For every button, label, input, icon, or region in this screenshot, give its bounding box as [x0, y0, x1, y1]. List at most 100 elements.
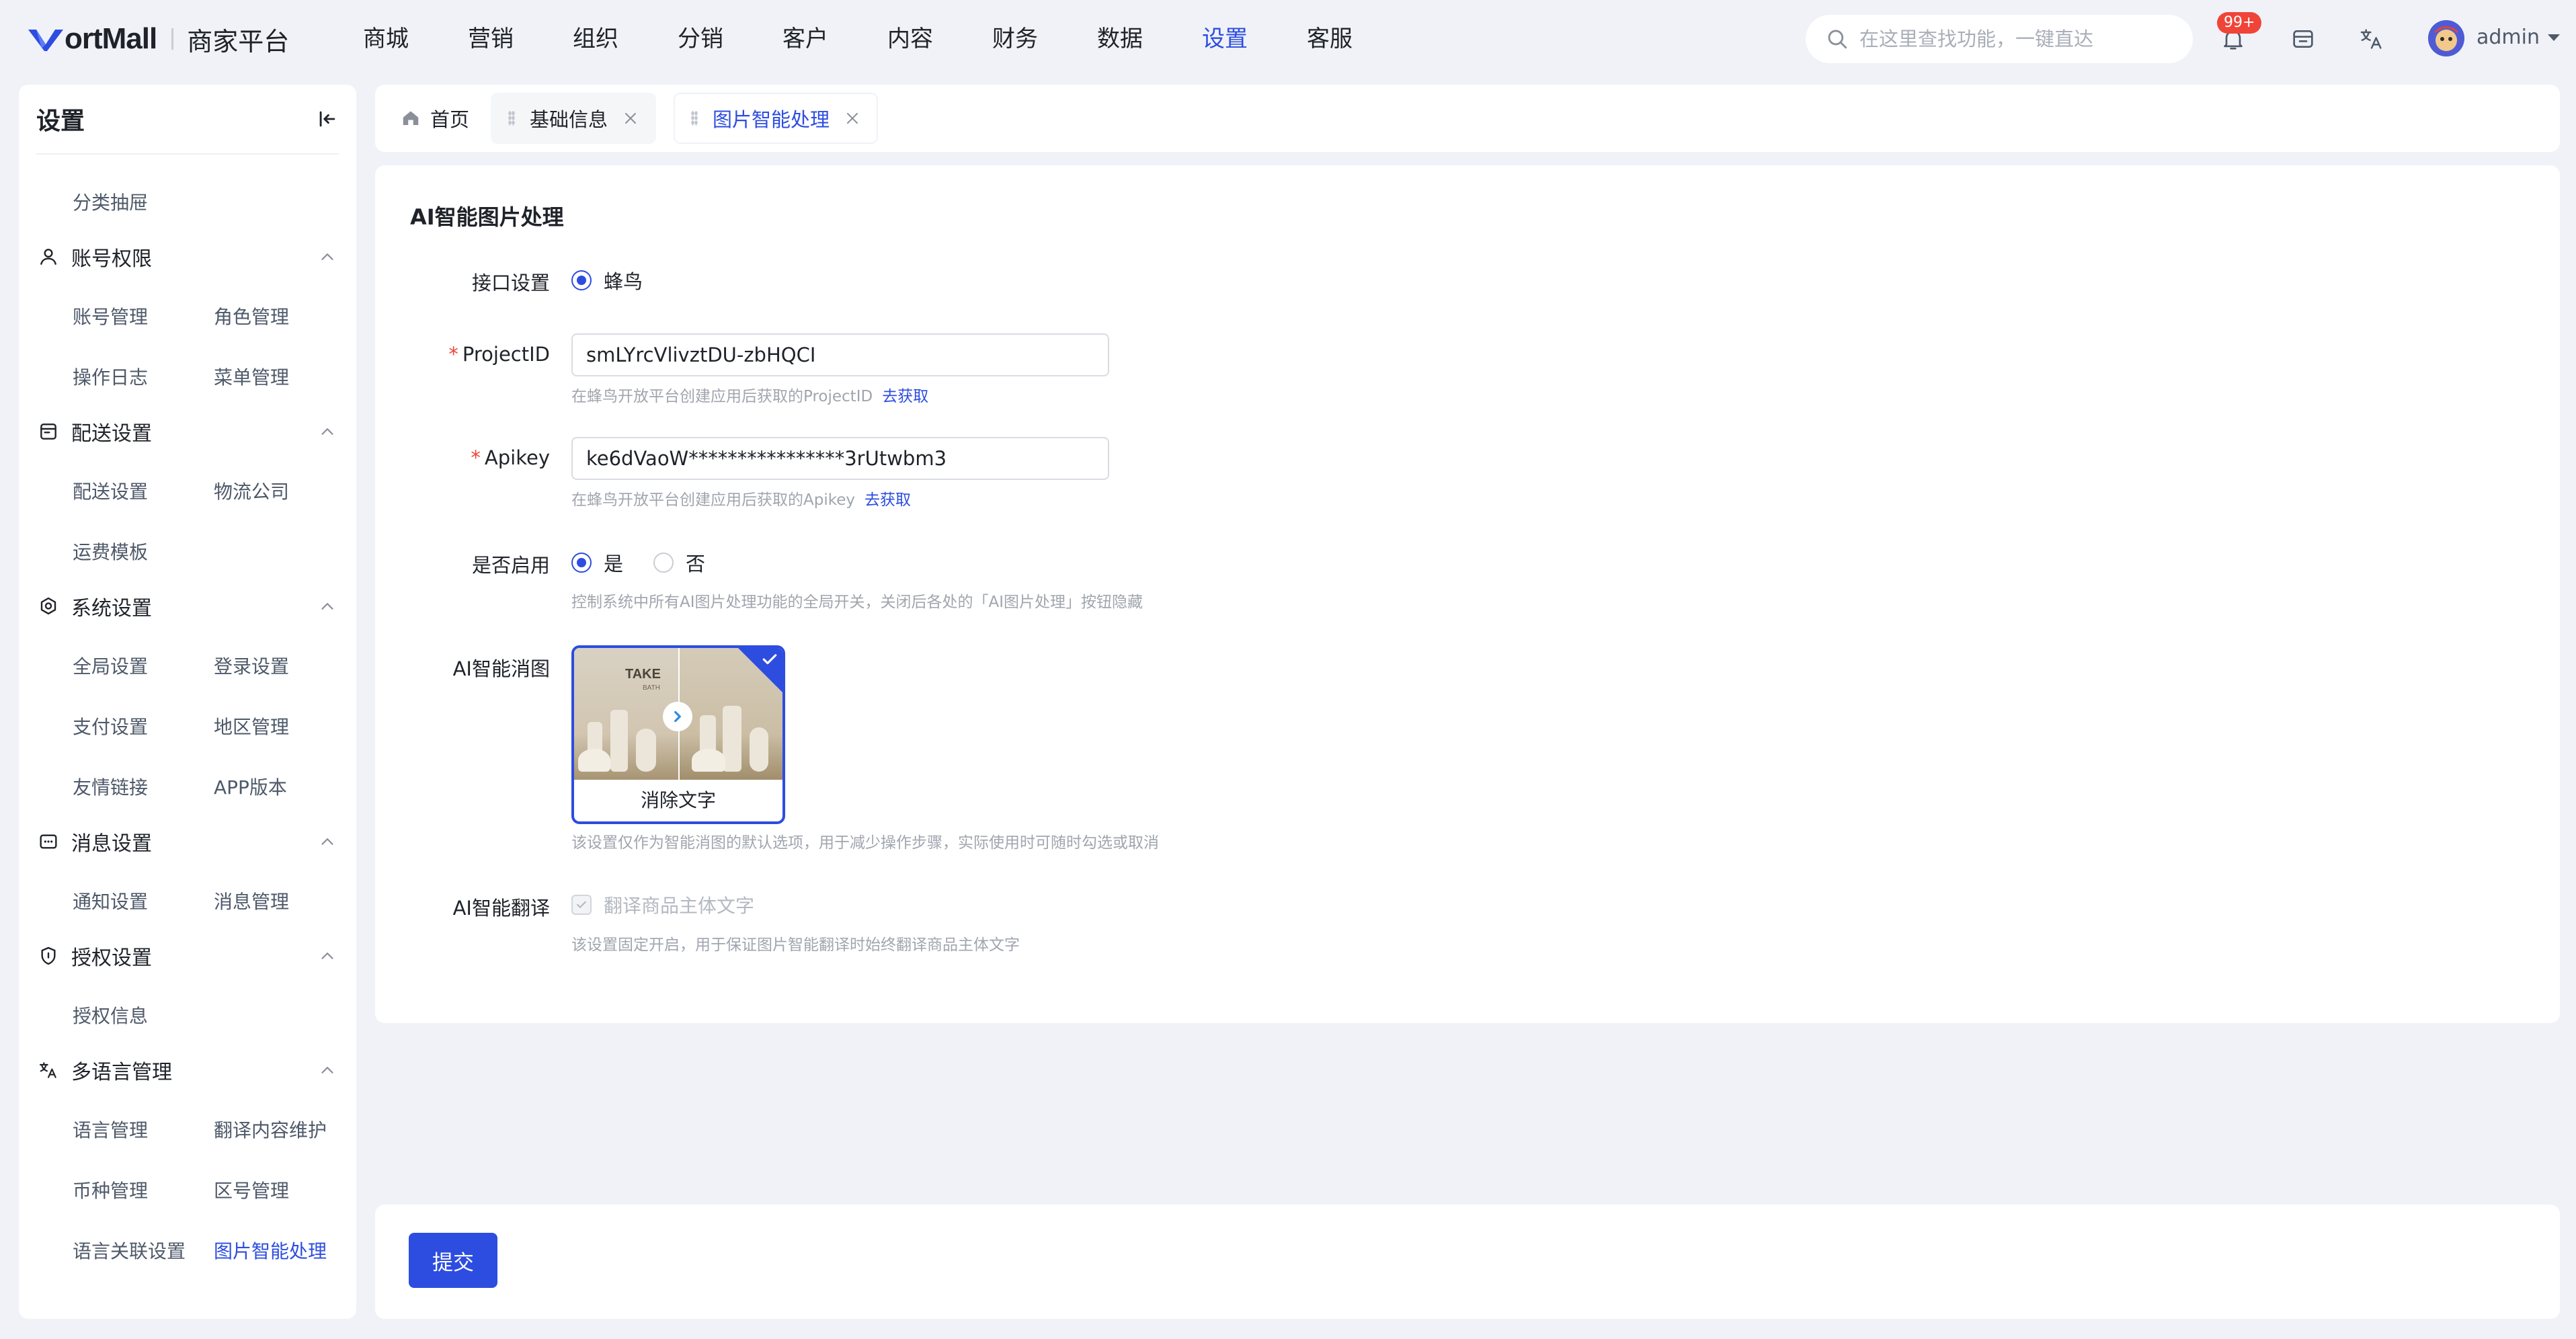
close-icon[interactable]: [622, 110, 639, 126]
sidebar-item-friend-links[interactable]: 友情链接: [73, 774, 148, 801]
drag-handle-icon[interactable]: [508, 111, 515, 126]
nav-customer[interactable]: 客户: [782, 20, 828, 58]
tab-label: 首页: [430, 108, 470, 131]
collapse-icon[interactable]: [316, 108, 339, 130]
required-mark: *: [471, 446, 481, 469]
project-id-field[interactable]: [571, 333, 1109, 376]
radio-label: 否: [686, 553, 706, 575]
user-menu[interactable]: admin: [2477, 26, 2560, 49]
translate-hint: 该设置固定开启，用于保证图片智能翻译时始终翻译商品主体文字: [571, 936, 1020, 954]
nav-organization[interactable]: 组织: [573, 20, 618, 58]
nav-finance[interactable]: 财务: [992, 20, 1038, 58]
logo[interactable]: ortMall 商家平台: [27, 20, 289, 58]
tab-image-ai-processing[interactable]: 图片智能处理: [674, 93, 879, 144]
global-search[interactable]: [1806, 15, 2193, 63]
main-nav: 商城 营销 组织 分销 客户 内容 财务 数据 设置 客服: [363, 20, 1412, 58]
sidebar: 设置 分类抽屉 账号权限 账号管理 角色管理 操作日志 菜单管理 配送设置 配送…: [19, 85, 356, 1319]
translate-subject-checkbox[interactable]: 翻译商品主体文字: [571, 891, 754, 918]
preview-text: TAKE: [625, 667, 661, 682]
sidebar-item-area-code-management[interactable]: 区号管理: [214, 1178, 289, 1205]
sidebar-item-global-settings[interactable]: 全局设置: [73, 653, 148, 680]
sidebar-item-payment-settings[interactable]: 支付设置: [73, 714, 148, 741]
project-id-label-text: ProjectID: [462, 343, 550, 366]
chevron-up-icon: [321, 1067, 333, 1073]
drag-handle-icon[interactable]: [691, 111, 698, 126]
sidebar-item-app-version[interactable]: APP版本: [214, 774, 287, 801]
nav-settings[interactable]: 设置: [1202, 20, 1248, 58]
sidebar-item-authorization-info[interactable]: 授权信息: [73, 1003, 148, 1030]
nav-service[interactable]: 客服: [1307, 20, 1353, 58]
sidebar-group-title: 授权设置: [71, 946, 152, 970]
nav-mall[interactable]: 商城: [363, 20, 409, 58]
translate-icon[interactable]: [2358, 26, 2385, 52]
erase-text-option-card[interactable]: TAKE BATH 消除文字: [571, 645, 785, 824]
logo-v-icon: [28, 30, 63, 51]
sidebar-group-system[interactable]: 系统设置: [38, 587, 337, 625]
translate-label: AI智能翻译: [452, 897, 550, 920]
sidebar-group-account[interactable]: 账号权限: [38, 238, 337, 276]
sidebar-item-menu-management[interactable]: 菜单管理: [214, 364, 289, 391]
avatar[interactable]: [2428, 20, 2464, 56]
sidebar-item-operation-log[interactable]: 操作日志: [73, 364, 148, 391]
sidebar-item-image-ai-processing[interactable]: 图片智能处理: [214, 1238, 327, 1265]
sidebar-item-notification-settings[interactable]: 通知设置: [73, 889, 148, 916]
sidebar-group-multilanguage[interactable]: 多语言管理: [38, 1051, 337, 1089]
nav-content[interactable]: 内容: [887, 20, 933, 58]
compare-arrow-icon: [663, 702, 692, 731]
shield-icon: [41, 946, 56, 965]
erase-preview-image: TAKE BATH: [574, 648, 782, 780]
tab-basic-info[interactable]: 基础信息: [491, 93, 657, 144]
apikey-get-link[interactable]: 去获取: [864, 491, 911, 509]
apikey-hint: 在蜂鸟开放平台创建应用后获取的Apikey 去获取: [571, 487, 911, 510]
sidebar-item-translation-maintenance[interactable]: 翻译内容维护: [214, 1117, 327, 1144]
interface-radio-fengniao[interactable]: 蜂鸟: [571, 266, 643, 294]
chevron-up-icon: [321, 838, 333, 845]
sidebar-item-category-drawer[interactable]: 分类抽屉: [73, 190, 148, 216]
sidebar-item-login-settings[interactable]: 登录设置: [214, 653, 289, 680]
sidebar-item-delivery-settings[interactable]: 配送设置: [73, 479, 148, 505]
sidebar-group-title: 配送设置: [71, 422, 152, 446]
sidebar-group-message[interactable]: 消息设置: [38, 823, 337, 860]
settings-icon: [40, 597, 56, 615]
sidebar-item-shipping-template[interactable]: 运费模板: [73, 539, 148, 566]
nav-distribution[interactable]: 分销: [678, 20, 723, 58]
project-id-hint: 在蜂鸟开放平台创建应用后获取的ProjectID 去获取: [571, 383, 928, 406]
nav-data[interactable]: 数据: [1097, 20, 1143, 58]
tab-label: 图片智能处理: [713, 108, 830, 131]
chevron-down-icon: [2548, 34, 2560, 41]
erase-option-label: 消除文字: [640, 789, 716, 811]
sidebar-group-title: 账号权限: [71, 247, 152, 271]
sidebar-item-message-management[interactable]: 消息管理: [214, 889, 289, 916]
apikey-label: * Apikey: [375, 446, 550, 469]
delivery-icon: [40, 423, 56, 440]
search-input[interactable]: [1859, 28, 2182, 50]
notification-badge: 99+: [2217, 12, 2262, 34]
enable-radio-yes[interactable]: 是: [571, 549, 623, 577]
sidebar-item-account-management[interactable]: 账号管理: [73, 304, 148, 331]
store-icon[interactable]: [2290, 26, 2317, 52]
preview-subtext: BATH: [643, 684, 660, 692]
submit-button[interactable]: 提交: [409, 1233, 497, 1288]
sidebar-item-role-management[interactable]: 角色管理: [214, 304, 289, 331]
sidebar-group-delivery[interactable]: 配送设置: [38, 413, 337, 450]
close-icon[interactable]: [844, 110, 860, 126]
chevron-up-icon: [321, 253, 333, 260]
project-id-hint-text: 在蜂鸟开放平台创建应用后获取的ProjectID: [571, 388, 873, 405]
project-id-get-link[interactable]: 去获取: [882, 388, 928, 405]
tab-label: 基础信息: [530, 108, 608, 131]
sidebar-item-language-association[interactable]: 语言关联设置: [73, 1238, 186, 1265]
tab-home[interactable]: 首页: [383, 93, 487, 144]
search-icon: [1828, 30, 1847, 49]
settings-form-card: AI智能图片处理 接口设置 蜂鸟 *ProjectID 在蜂鸟开放平台创建应用后…: [375, 165, 2560, 1023]
apikey-field[interactable]: [571, 437, 1109, 480]
tabs-bar: 首页 基础信息 图片智能处理: [375, 85, 2560, 152]
chevron-up-icon: [321, 428, 333, 435]
sidebar-item-logistics[interactable]: 物流公司: [214, 479, 289, 505]
enable-radio-no[interactable]: 否: [653, 549, 705, 577]
nav-marketing[interactable]: 营销: [468, 20, 514, 58]
sidebar-group-authorization[interactable]: 授权设置: [38, 937, 337, 975]
enable-label: 是否启用: [471, 554, 550, 577]
sidebar-item-currency-management[interactable]: 币种管理: [73, 1178, 148, 1205]
sidebar-item-region-management[interactable]: 地区管理: [214, 714, 289, 741]
sidebar-item-language-management[interactable]: 语言管理: [73, 1117, 148, 1144]
